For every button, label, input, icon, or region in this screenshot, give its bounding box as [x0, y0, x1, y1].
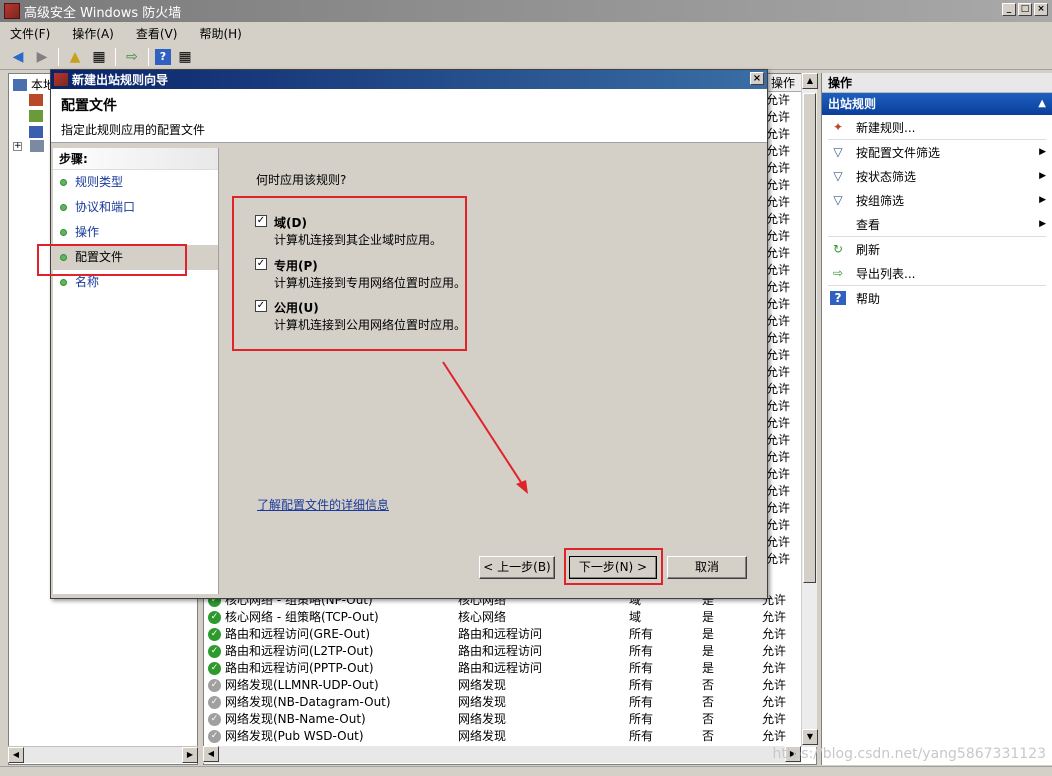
annotation-arrow [442, 361, 528, 494]
